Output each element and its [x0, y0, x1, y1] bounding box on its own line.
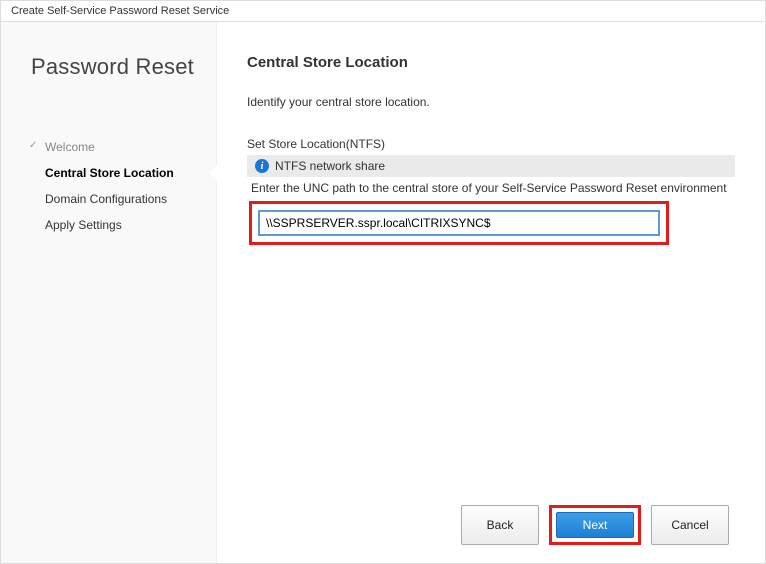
wizard-footer: Back Next Cancel — [247, 489, 735, 563]
sidebar-heading: Password Reset — [31, 54, 216, 80]
unc-hint: Enter the UNC path to the central store … — [247, 181, 735, 195]
page-title: Central Store Location — [247, 54, 735, 71]
unc-path-input[interactable] — [258, 210, 660, 236]
window-title: Create Self-Service Password Reset Servi… — [1, 1, 765, 22]
next-button-highlight: Next — [549, 505, 641, 545]
cancel-button[interactable]: Cancel — [651, 505, 729, 545]
step-central-store-location[interactable]: Central Store Location — [31, 160, 216, 186]
step-domain-configurations[interactable]: Domain Configurations — [31, 186, 216, 212]
store-location-label: Set Store Location(NTFS) — [247, 137, 735, 151]
ntfs-share-label: NTFS network share — [275, 159, 385, 173]
main-panel: Central Store Location Identify your cen… — [216, 22, 765, 563]
sidebar: Password Reset Welcome Central Store Loc… — [1, 22, 216, 563]
back-button[interactable]: Back — [461, 505, 539, 545]
step-apply-settings[interactable]: Apply Settings — [31, 212, 216, 238]
wizard-window: Create Self-Service Password Reset Servi… — [0, 0, 766, 564]
ntfs-share-bar: i NTFS network share — [247, 155, 735, 177]
info-icon: i — [255, 159, 269, 173]
step-welcome[interactable]: Welcome — [31, 134, 216, 160]
wizard-steps: Welcome Central Store Location Domain Co… — [31, 134, 216, 238]
next-button[interactable]: Next — [556, 512, 634, 538]
unc-input-highlight — [249, 201, 669, 245]
content-area: Password Reset Welcome Central Store Loc… — [1, 22, 765, 563]
page-description: Identify your central store location. — [247, 95, 735, 109]
